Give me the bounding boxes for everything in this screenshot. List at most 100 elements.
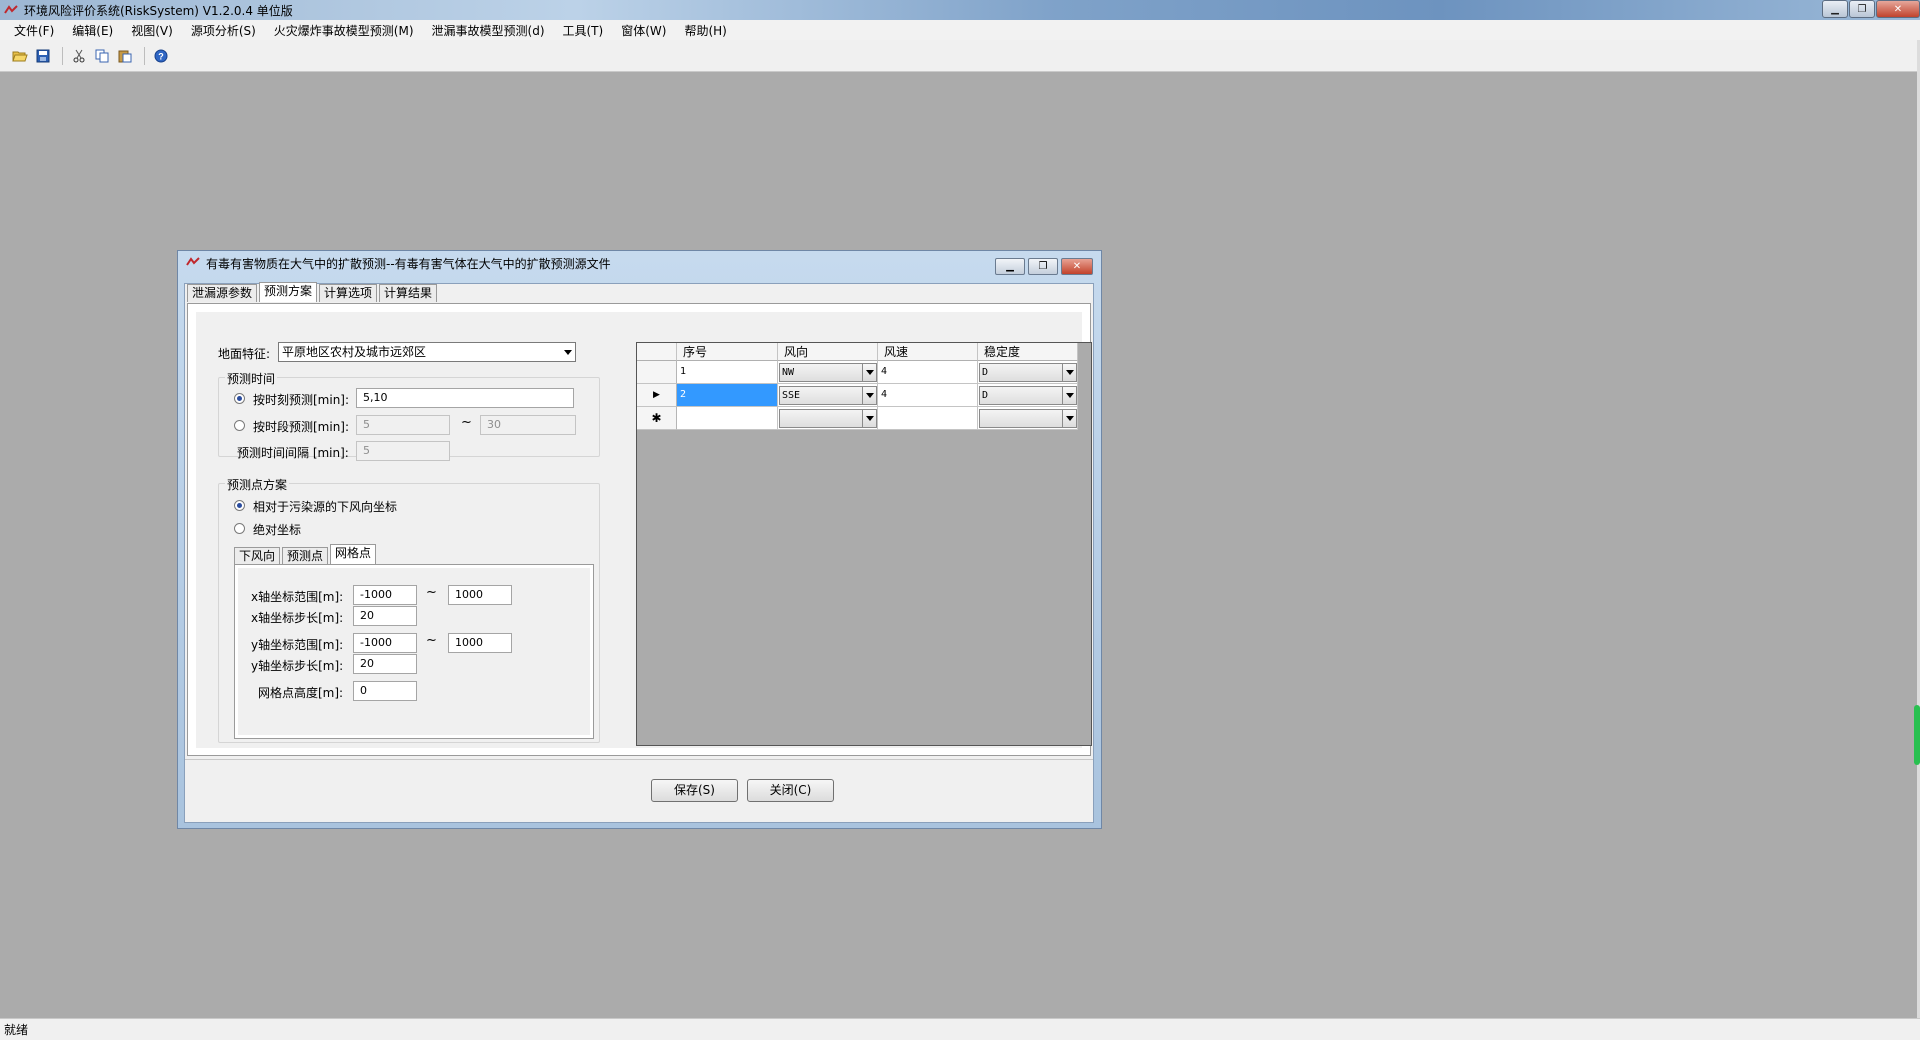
x-step-input[interactable]: 20	[353, 606, 417, 626]
window-controls: ▁ ❐ ✕	[1821, 0, 1920, 18]
save-icon[interactable]	[33, 46, 53, 66]
side-indicator	[1914, 705, 1920, 765]
cell-stability-select[interactable]	[979, 409, 1077, 428]
cell-wind-dir-select[interactable]: NW	[779, 363, 877, 382]
cell-wind-dir: SSE	[782, 390, 801, 401]
menu-fire-explosion[interactable]: 火灾爆炸事故模型预测(M)	[266, 22, 424, 39]
app-titlebar: 环境风险评价系统(RiskSystem) V1.2.0.4 单位版 ▁ ❐ ✕	[0, 0, 1920, 20]
col-header-seq[interactable]: 序号	[677, 343, 778, 361]
x-to-input[interactable]: 1000	[448, 585, 512, 605]
restore-button[interactable]: ❐	[1849, 0, 1875, 18]
menu-leak-prediction[interactable]: 泄漏事故模型预测(d)	[424, 22, 555, 39]
prediction-time-group: 预测时间 按时刻预测[min]: 5,10 按时段预测[min]: 5 ~ 30…	[218, 370, 600, 461]
cell-wind-dir-select[interactable]: SSE	[779, 386, 877, 405]
dialog-tabs: 泄漏源参数 预测方案 计算选项 计算结果	[187, 282, 439, 303]
close-button[interactable]: ✕	[1876, 0, 1920, 18]
open-folder-icon[interactable]	[10, 46, 30, 66]
relative-coord-label: 相对于污染源的下风向坐标	[253, 500, 398, 514]
dialog-title: 有毒有害物质在大气中的扩散预测--有毒有害气体在大气中的扩散预测源文件	[206, 256, 611, 271]
row-header-new[interactable]: ✱	[637, 407, 677, 430]
x-from-input[interactable]: -1000	[353, 585, 417, 605]
menu-tools[interactable]: 工具(T)	[555, 22, 614, 39]
row-header-current[interactable]: ▶	[637, 384, 677, 407]
dropdown-arrow-icon	[862, 387, 876, 404]
grid-height-input[interactable]: 0	[353, 681, 417, 701]
cell-stability-select[interactable]: D	[979, 386, 1077, 405]
y-step-label: y轴坐标步长[m]:	[251, 659, 344, 673]
tab-calc-results[interactable]: 计算结果	[379, 284, 438, 302]
period-to-input[interactable]: 30	[480, 415, 576, 435]
dialog-window-controls: ▁ ❐ ✕	[992, 258, 1093, 275]
period-from-input[interactable]: 5	[356, 415, 450, 435]
minimize-button[interactable]: ▁	[1822, 0, 1848, 18]
period-tilde: ~	[461, 415, 472, 430]
app-logo-icon	[4, 5, 18, 15]
subtab-grid-points[interactable]: 网格点	[330, 544, 377, 564]
tab-prediction-plan[interactable]: 预测方案	[259, 282, 318, 302]
cell-wind-dir-select[interactable]	[779, 409, 877, 428]
row-header[interactable]	[637, 361, 677, 384]
prediction-point-group: 预测点方案 相对于污染源的下风向坐标 绝对坐标 下风向 预测点 网格点 x轴坐标…	[218, 476, 600, 743]
cell-wind-speed[interactable]: 4	[878, 384, 978, 407]
save-button[interactable]: 保存(S)	[651, 779, 738, 802]
col-header-stability[interactable]: 稳定度	[978, 343, 1078, 361]
x-range-label: x轴坐标范围[m]:	[251, 590, 344, 604]
paste-icon[interactable]	[115, 46, 135, 66]
toolbar-separator	[62, 46, 63, 65]
by-moment-input[interactable]: 5,10	[356, 388, 574, 408]
prediction-point-title: 预测点方案	[225, 476, 290, 493]
menu-view[interactable]: 视图(V)	[123, 22, 183, 39]
status-text: 就绪	[4, 1023, 29, 1037]
grid-points-panel: x轴坐标范围[m]: -1000 ~ 1000 x轴坐标步长[m]: 20 y轴…	[234, 564, 594, 739]
cell-wind-dir: NW	[782, 367, 795, 378]
absolute-coord-radio[interactable]	[234, 523, 245, 534]
menu-edit[interactable]: 编辑(E)	[64, 22, 123, 39]
menu-bar: 文件(F) 编辑(E) 视图(V) 源项分析(S) 火灾爆炸事故模型预测(M) …	[0, 20, 1920, 40]
cell-wind-speed[interactable]: 4	[878, 361, 978, 384]
cell-wind-speed[interactable]	[878, 407, 978, 430]
y-range-label: y轴坐标范围[m]:	[251, 638, 344, 652]
relative-coord-radio[interactable]	[234, 500, 245, 511]
x-step-label: x轴坐标步长[m]:	[251, 611, 344, 625]
svg-text:?: ?	[158, 51, 164, 61]
dialog-close-button[interactable]: ✕	[1061, 258, 1093, 275]
ground-feature-value: 平原地区农村及城市远郊区	[282, 345, 427, 359]
col-header-wind-speed[interactable]: 风速	[878, 343, 978, 361]
ground-feature-label: 地面特征:	[218, 347, 271, 361]
weather-grid: 序号 风向 风速 稳定度 1 NW 4 D ▶ 2 SSE 4 D ✱	[636, 342, 1092, 746]
dialog-restore-button[interactable]: ❐	[1028, 258, 1058, 275]
by-moment-label: 按时刻预测[min]:	[253, 393, 350, 407]
dialog-logo-icon	[186, 256, 200, 270]
cell-stability-select[interactable]: D	[979, 363, 1077, 382]
subtab-prediction-points[interactable]: 预测点	[282, 547, 329, 564]
menu-source-analysis[interactable]: 源项分析(S)	[183, 22, 266, 39]
menu-window[interactable]: 窗体(W)	[613, 22, 676, 39]
cell-seq[interactable]: 1	[677, 361, 778, 384]
dialog-titlebar: 有毒有害物质在大气中的扩散预测--有毒有害气体在大气中的扩散预测源文件	[178, 251, 1101, 275]
tab-calc-options[interactable]: 计算选项	[319, 284, 378, 302]
grid-height-label: 网格点高度[m]:	[258, 686, 344, 700]
cell-seq-selected[interactable]: 2	[677, 384, 778, 407]
interval-input[interactable]: 5	[356, 441, 450, 461]
help-icon[interactable]: ?	[151, 46, 171, 66]
footer-divider	[185, 759, 1093, 760]
x-range-tilde: ~	[426, 585, 437, 600]
cell-seq[interactable]	[677, 407, 778, 430]
y-from-input[interactable]: -1000	[353, 633, 417, 653]
menu-file[interactable]: 文件(F)	[6, 22, 64, 39]
col-header-wind-dir[interactable]: 风向	[778, 343, 878, 361]
tab-leak-source-params[interactable]: 泄漏源参数	[187, 284, 258, 302]
cell-stability: D	[982, 367, 989, 378]
menu-help[interactable]: 帮助(H)	[676, 22, 736, 39]
subtab-downwind[interactable]: 下风向	[234, 547, 281, 564]
close-dialog-button[interactable]: 关闭(C)	[747, 779, 834, 802]
copy-icon[interactable]	[92, 46, 112, 66]
y-to-input[interactable]: 1000	[448, 633, 512, 653]
dropdown-arrow-icon	[862, 410, 876, 427]
y-step-input[interactable]: 20	[353, 654, 417, 674]
cut-icon[interactable]	[69, 46, 89, 66]
ground-feature-select[interactable]: 平原地区农村及城市远郊区	[278, 342, 576, 362]
by-period-radio[interactable]	[234, 420, 245, 431]
by-moment-radio[interactable]	[234, 393, 245, 404]
dialog-minimize-button[interactable]: ▁	[995, 258, 1025, 275]
